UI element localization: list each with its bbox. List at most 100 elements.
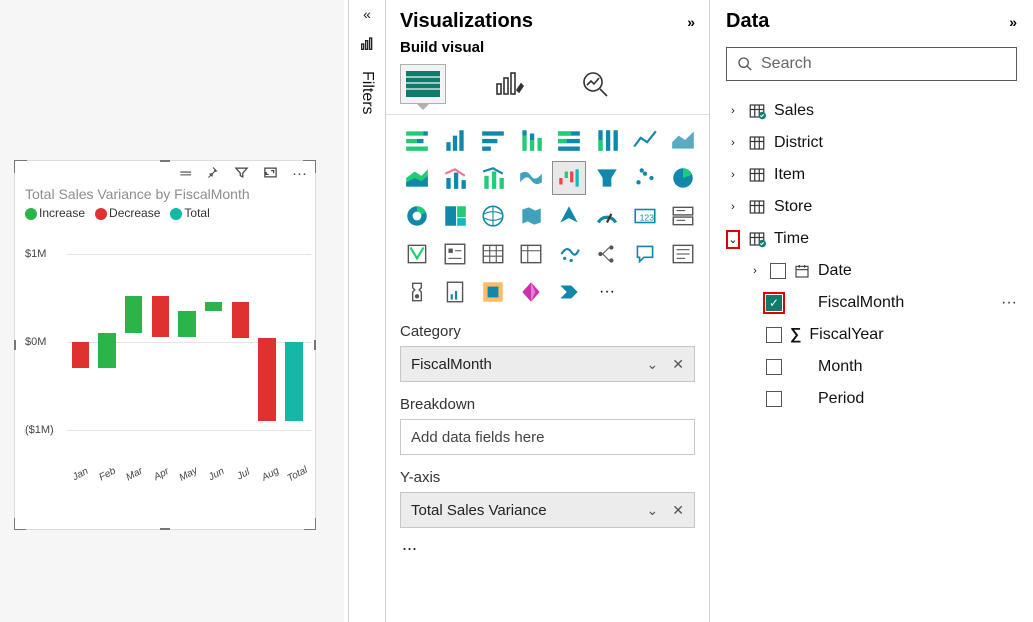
yaxis-field-well[interactable]: Total Sales Variance ⌄✕ <box>400 492 695 528</box>
more-options-icon[interactable]: ··· <box>292 165 307 184</box>
viz-type-bar[interactable] <box>438 123 472 157</box>
viz-type-treemap[interactable] <box>438 199 472 233</box>
field-period[interactable]: Period <box>726 383 1017 415</box>
table-time[interactable]: ⌄ Time <box>726 223 1017 255</box>
bar-apr[interactable] <box>152 296 170 337</box>
viz-type-goals[interactable] <box>400 275 434 309</box>
data-title: Data <box>726 10 769 33</box>
collapse-viz-icon[interactable]: » <box>687 14 695 30</box>
bar-mar[interactable] <box>125 296 143 333</box>
field-checkbox[interactable] <box>766 327 782 343</box>
viz-type-multi-card[interactable] <box>666 199 700 233</box>
viz-type-100-stacked-col[interactable] <box>590 123 624 157</box>
chevron-down-icon[interactable]: ⌄ <box>647 502 659 519</box>
bar-total[interactable] <box>285 342 303 421</box>
viz-type-ribbon[interactable] <box>514 161 548 195</box>
viz-type-line-stacked-col[interactable] <box>476 161 510 195</box>
viz-type-narrative[interactable] <box>666 237 700 271</box>
more-fields-icon[interactable]: ... <box>400 528 695 555</box>
viz-type-stacked-column[interactable] <box>514 123 548 157</box>
viz-type-100-stacked-bar[interactable] <box>552 123 586 157</box>
chart-title: Total Sales Variance by FiscalMonth <box>15 184 315 206</box>
chevron-down-icon[interactable]: ⌄ <box>647 356 659 373</box>
viz-type-card[interactable]: 123 <box>628 199 662 233</box>
bar-may[interactable] <box>178 311 196 337</box>
breakdown-field-well[interactable]: Add data fields here <box>400 419 695 455</box>
chart-visual[interactable]: ═ ··· Total Sales Variance by FiscalMont… <box>14 160 316 530</box>
viz-type-azure-map[interactable] <box>552 199 586 233</box>
viz-type-kpi[interactable] <box>400 237 434 271</box>
bar-jan[interactable] <box>72 342 90 368</box>
field-fiscalmonth[interactable]: ✓ FiscalMonth ··· <box>726 287 1017 319</box>
field-fiscalyear[interactable]: ∑ FiscalYear <box>726 319 1017 351</box>
viz-type-automate[interactable] <box>552 275 586 309</box>
x-tick: Mar <box>120 463 149 485</box>
bar-aug[interactable] <box>258 338 276 421</box>
viz-type-stacked-area[interactable] <box>400 161 434 195</box>
bar-feb[interactable] <box>98 333 116 368</box>
field-date[interactable]: › Date <box>726 255 1017 287</box>
table-store[interactable]: › Store <box>726 191 1017 223</box>
viz-type-line-col[interactable] <box>438 161 472 195</box>
viz-type-pie[interactable] <box>666 161 700 195</box>
viz-type-powerapps[interactable] <box>514 275 548 309</box>
viz-type-scatter[interactable] <box>628 161 662 195</box>
viz-type-r-visual[interactable] <box>552 237 586 271</box>
viz-type-donut[interactable] <box>400 199 434 233</box>
format-visual-tab[interactable] <box>486 64 532 104</box>
legend-total: Total <box>184 206 209 220</box>
chevron-right-icon[interactable]: › <box>726 169 740 181</box>
table-sales[interactable]: › Sales <box>726 95 1017 127</box>
yaxis-field-label: Y-axis <box>400 469 695 486</box>
collapse-data-icon[interactable]: » <box>1009 14 1017 30</box>
viz-type-table[interactable] <box>476 237 510 271</box>
x-tick: Total <box>283 463 312 485</box>
viz-type-map[interactable] <box>476 199 510 233</box>
field-checkbox[interactable] <box>766 391 782 407</box>
viz-type-decomp-tree[interactable] <box>590 237 624 271</box>
filter-icon[interactable] <box>234 165 249 184</box>
table-item[interactable]: › Item <box>726 159 1017 191</box>
viz-type-paginated[interactable] <box>438 275 472 309</box>
drill-icon[interactable]: ═ <box>180 165 191 184</box>
field-checkbox[interactable] <box>770 263 786 279</box>
expand-filters-icon[interactable]: « <box>363 6 371 22</box>
field-checkbox[interactable]: ✓ <box>766 295 782 311</box>
filters-pane-collapsed[interactable]: « Filters <box>348 0 386 622</box>
field-month[interactable]: Month <box>726 351 1017 383</box>
search-input[interactable]: Search <box>726 47 1017 81</box>
viz-type-filled-map[interactable] <box>514 199 548 233</box>
viz-type-gauge[interactable] <box>590 199 624 233</box>
viz-type-stacked-bar[interactable] <box>400 123 434 157</box>
x-tick: Jan <box>66 463 95 485</box>
table-icon <box>748 102 766 120</box>
viz-type-line[interactable] <box>628 123 662 157</box>
chevron-right-icon[interactable]: › <box>726 201 740 213</box>
chevron-right-icon[interactable]: › <box>726 137 740 149</box>
viz-type-matrix[interactable] <box>514 237 548 271</box>
field-checkbox[interactable] <box>766 359 782 375</box>
pin-icon[interactable] <box>205 165 220 184</box>
viz-type-slicer[interactable] <box>438 237 472 271</box>
remove-field-icon[interactable]: ✕ <box>672 356 684 373</box>
bar-jun[interactable] <box>205 302 223 311</box>
category-field-well[interactable]: FiscalMonth ⌄✕ <box>400 346 695 382</box>
viz-type-waterfall[interactable] <box>552 161 586 195</box>
field-more-icon[interactable]: ··· <box>1001 294 1017 312</box>
chevron-down-icon[interactable]: ⌄ <box>726 230 740 249</box>
table-district[interactable]: › District <box>726 127 1017 159</box>
build-visual-tab[interactable] <box>400 64 446 104</box>
viz-type-more[interactable]: ··· <box>590 275 624 309</box>
viz-type-qa[interactable] <box>628 237 662 271</box>
focus-mode-icon[interactable] <box>263 165 278 184</box>
field-label: Date <box>818 262 852 280</box>
analytics-tab[interactable] <box>572 64 618 104</box>
remove-field-icon[interactable]: ✕ <box>672 502 684 519</box>
viz-type-funnel[interactable] <box>590 161 624 195</box>
chevron-right-icon[interactable]: › <box>748 265 762 277</box>
viz-type-stacked-bar-h[interactable] <box>476 123 510 157</box>
chevron-right-icon[interactable]: › <box>726 105 740 117</box>
viz-type-arcgis[interactable] <box>476 275 510 309</box>
bar-jul[interactable] <box>232 302 250 338</box>
viz-type-area[interactable] <box>666 123 700 157</box>
